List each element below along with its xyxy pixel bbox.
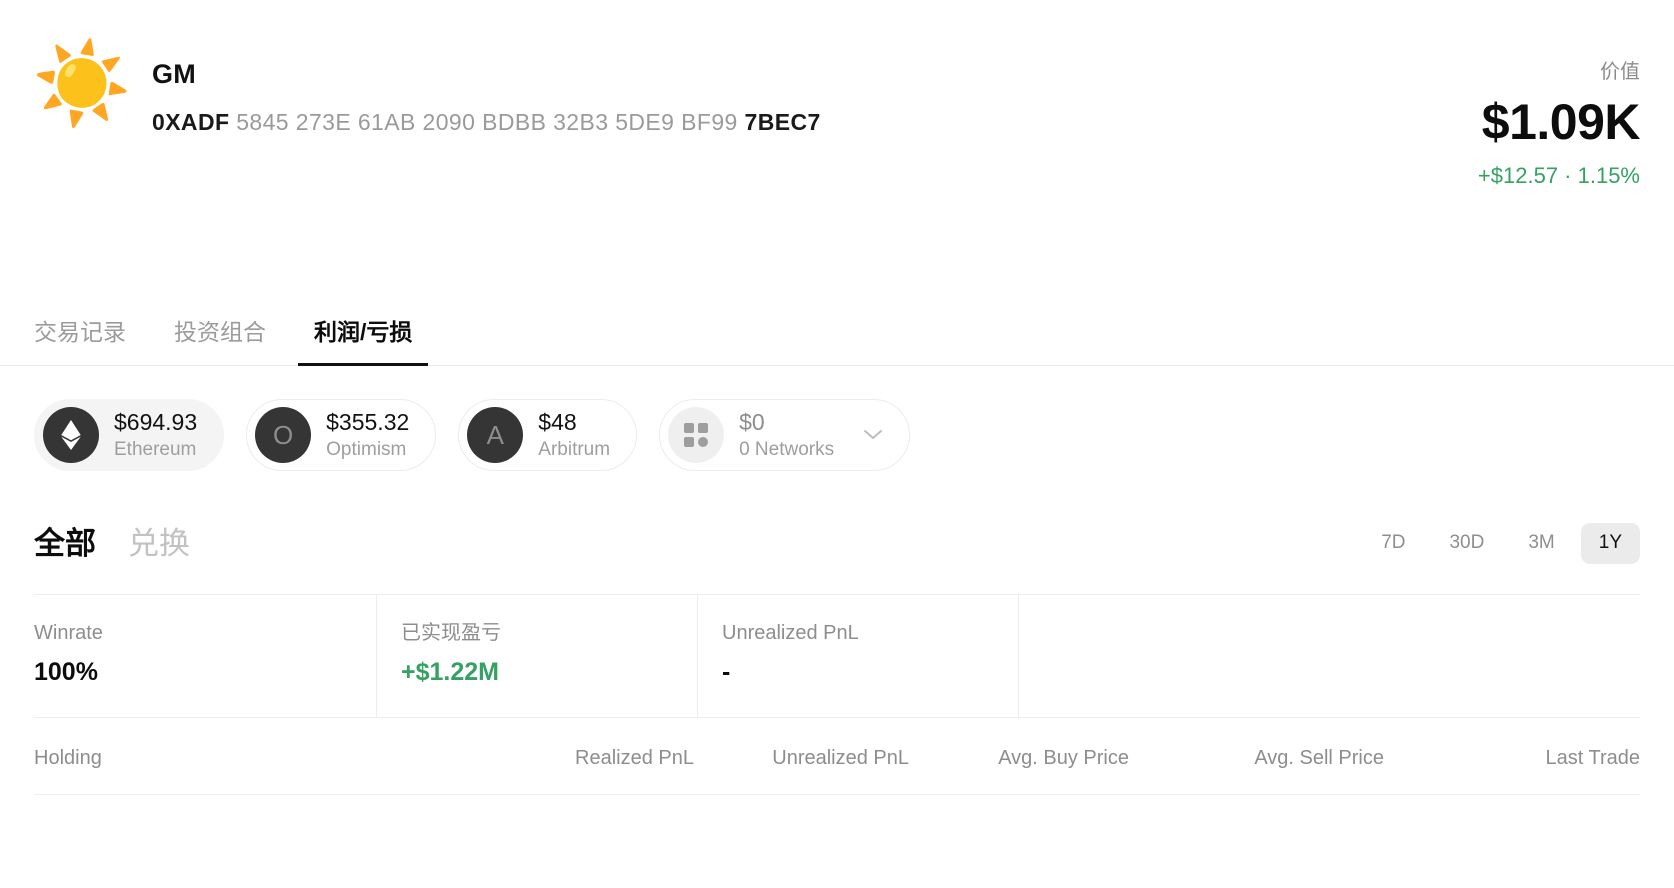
column-header-avg-buy-price[interactable]: Avg. Buy Price [909,746,1129,770]
value-change: +$12.57 · 1.15% [1380,163,1640,189]
network-chip-ethereum[interactable]: $694.93 Ethereum [34,399,224,471]
grid-icon [668,407,724,463]
stat-label: Unrealized PnL [722,621,1018,645]
portfolio-value-block: 价值 $1.09K +$12.57 · 1.15% [1380,36,1640,189]
network-chip-optimism[interactable]: O $355.32 Optimism [246,399,436,471]
stats-row: Winrate 100% 已实现盈亏 +$1.22M Unrealized Pn… [34,594,1640,718]
holdings-table-header: Holding Realized PnL Unrealized PnL Avg.… [34,718,1640,795]
optimism-icon: O [255,407,311,463]
wallet-name: GM [152,60,821,90]
chip-amount: $48 [538,409,610,435]
chip-text: $48 Arbitrum [538,409,610,461]
range-30d[interactable]: 30D [1431,523,1502,564]
column-header-holding[interactable]: Holding [34,746,494,770]
wallet-identity: ☀️ GM 0XADF 5845 273E 61AB 2090 BDBB 32B… [34,36,821,136]
stat-label: 已实现盈亏 [401,621,697,645]
column-header-unrealized-pnl[interactable]: Unrealized PnL [694,746,909,770]
stat-value: 100% [34,657,376,687]
arbitrum-icon: A [467,407,523,463]
range-7d[interactable]: 7D [1363,523,1423,564]
filter-swap[interactable]: 兑换 [128,525,190,562]
filter-row: 全部 兑换 7D 30D 3M 1Y [0,471,1674,564]
identity-text-block: GM 0XADF 5845 273E 61AB 2090 BDBB 32B3 5… [152,36,821,136]
address-suffix: 7BEC7 [745,109,821,135]
stat-winrate: Winrate 100% [34,595,377,717]
chip-network-name: 0 Networks [739,439,834,461]
filter-pills: 全部 兑换 [34,525,190,562]
network-chip-arbitrum[interactable]: A $48 Arbitrum [458,399,637,471]
chip-network-name: Optimism [326,439,409,461]
column-header-last-trade[interactable]: Last Trade [1384,746,1640,770]
wallet-header: ☀️ GM 0XADF 5845 273E 61AB 2090 BDBB 32B… [0,0,1674,300]
column-header-avg-sell-price[interactable]: Avg. Sell Price [1129,746,1384,770]
tab-portfolio[interactable]: 投资组合 [158,313,282,365]
address-middle: 5845 273E 61AB 2090 BDBB 32B3 5DE9 BF99 [236,109,738,135]
address-prefix: 0XADF [152,109,229,135]
tab-transactions[interactable]: 交易记录 [18,313,142,365]
main-tabs: 交易记录 投资组合 利润/亏损 [0,300,1674,366]
chip-text: $694.93 Ethereum [114,409,197,461]
range-3m[interactable]: 3M [1510,523,1572,564]
time-range-selector: 7D 30D 3M 1Y [1363,523,1640,564]
stat-value: - [722,657,1018,687]
value-amount: $1.09K [1380,96,1640,149]
stat-value: +$1.22M [401,657,697,687]
wallet-pnl-page: ☀️ GM 0XADF 5845 273E 61AB 2090 BDBB 32B… [0,0,1674,888]
chevron-down-icon[interactable] [863,429,883,441]
stat-label: Winrate [34,621,376,645]
network-chips: $694.93 Ethereum O $355.32 Optimism A $4… [0,366,1674,471]
chip-amount: $0 [739,409,834,435]
stat-spacer [1019,595,1640,717]
chip-network-name: Arbitrum [538,439,610,461]
chip-text: $0 0 Networks [739,409,834,461]
tab-profit-loss[interactable]: 利润/亏损 [298,313,428,365]
chip-text: $355.32 Optimism [326,409,409,461]
value-label: 价值 [1380,60,1640,84]
filter-all[interactable]: 全部 [34,525,96,562]
stat-unrealized-pnl: Unrealized PnL - [698,595,1019,717]
range-1y[interactable]: 1Y [1581,523,1640,564]
ethereum-icon [43,407,99,463]
wallet-address[interactable]: 0XADF 5845 273E 61AB 2090 BDBB 32B3 5DE9… [152,109,821,137]
chip-network-name: Ethereum [114,439,197,461]
sun-emoji-icon: ☀️ [34,36,130,132]
network-chip-more[interactable]: $0 0 Networks [659,399,910,471]
chip-amount: $355.32 [326,409,409,435]
column-header-realized-pnl[interactable]: Realized PnL [494,746,694,770]
stat-realized-pnl: 已实现盈亏 +$1.22M [377,595,698,717]
chip-amount: $694.93 [114,409,197,435]
